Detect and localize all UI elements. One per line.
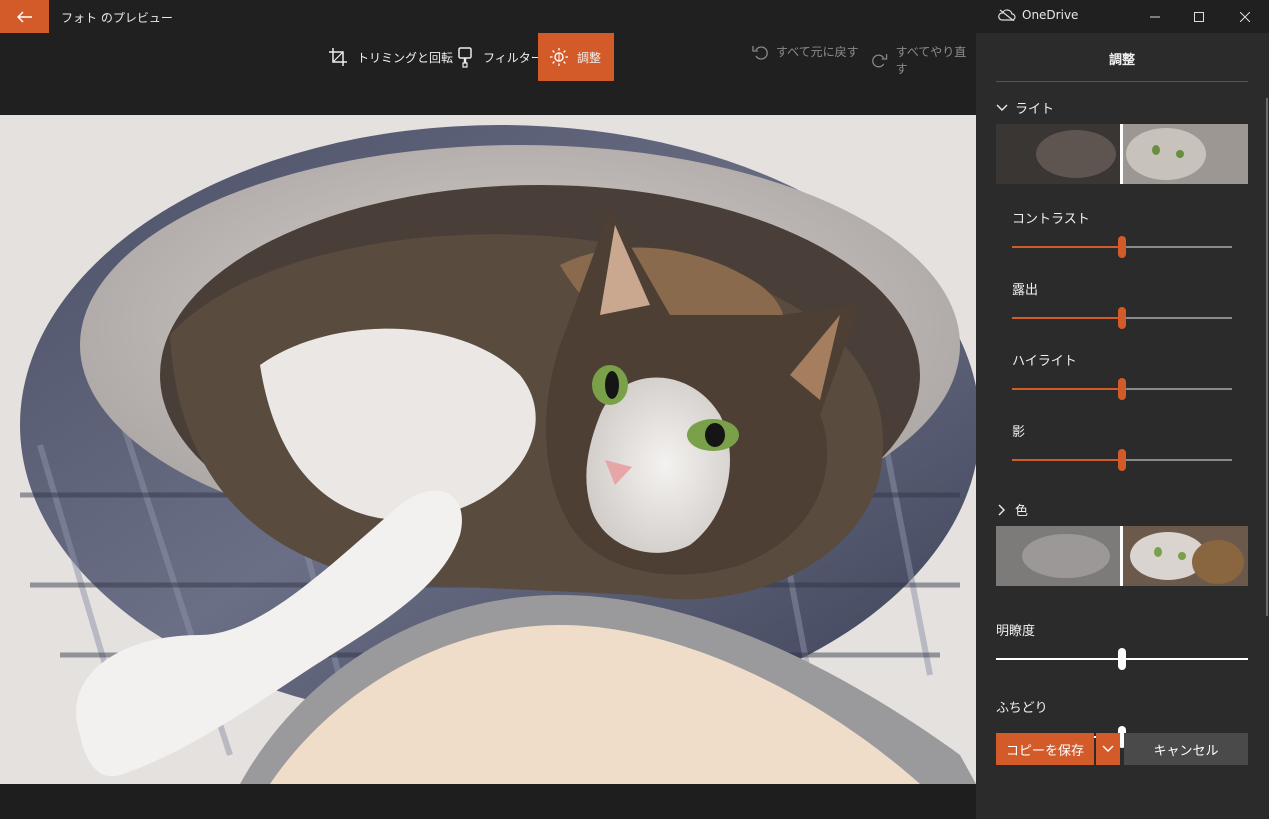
adjust-label: 調整	[577, 50, 602, 65]
highlights-slider-thumb[interactable]	[1118, 378, 1126, 400]
cancel-label: キャンセル	[1153, 743, 1219, 759]
title-bar: フォト のプレビュー OneDrive	[0, 0, 1269, 33]
light-strip-image	[996, 124, 1248, 184]
cat-photo	[0, 115, 976, 784]
close-icon	[1240, 11, 1250, 22]
save-options-dropdown[interactable]	[1096, 733, 1120, 765]
close-button[interactable]	[1222, 0, 1268, 33]
highlights-label: ハイライト	[1012, 354, 1077, 369]
filter-tab[interactable]: フィルター	[456, 33, 543, 81]
photo-canvas[interactable]	[0, 115, 976, 784]
edit-toolbar: トリミングと回転 フィルター 調整 すべて元に戻す すべてやり直す	[0, 33, 976, 115]
redo-all-button[interactable]: すべてやり直す	[872, 43, 976, 77]
shadows-label: 影	[1012, 425, 1026, 440]
light-preview-strip[interactable]	[996, 124, 1248, 184]
canvas-bottom-bar	[0, 784, 976, 819]
save-copy-label: コピーを保存	[1005, 743, 1084, 759]
color-section-label: 色	[1015, 504, 1029, 519]
save-copy-button[interactable]: コピーを保存	[996, 733, 1094, 765]
crop-icon	[329, 48, 347, 66]
maximize-button[interactable]	[1176, 0, 1222, 33]
contrast-slider-thumb[interactable]	[1118, 236, 1126, 258]
shadows-track[interactable]	[1122, 459, 1232, 461]
crop-rotate-label: トリミングと回転	[357, 50, 454, 65]
contrast-label: コントラスト	[1012, 212, 1090, 227]
onedrive-status[interactable]: OneDrive	[998, 8, 1078, 22]
clarity-track[interactable]	[1122, 658, 1248, 660]
undo-all-label: すべて元に戻す	[776, 45, 859, 59]
filter-label: フィルター	[483, 50, 543, 65]
redo-all-label: すべてやり直す	[895, 45, 967, 76]
undo-all-button[interactable]: すべて元に戻す	[752, 43, 859, 60]
cloud-offline-icon	[998, 9, 1016, 21]
app-title: フォト のプレビュー	[61, 11, 173, 25]
contrast-track-filled	[1012, 246, 1122, 248]
panel-divider	[996, 81, 1248, 82]
color-section-toggle[interactable]: 色	[996, 500, 1028, 519]
contrast-track[interactable]	[1122, 246, 1232, 248]
brush-icon	[458, 47, 472, 68]
exposure-track[interactable]	[1122, 317, 1232, 319]
shadows-track-filled	[1012, 459, 1122, 461]
color-preview-strip[interactable]	[996, 526, 1248, 586]
back-button[interactable]	[0, 0, 49, 33]
minimize-button[interactable]	[1132, 0, 1178, 33]
chevron-right-icon	[998, 504, 1005, 515]
brightness-icon	[550, 48, 568, 66]
exposure-track-filled	[1012, 317, 1122, 319]
maximize-icon	[1194, 11, 1204, 22]
highlights-track-filled	[1012, 388, 1122, 390]
onedrive-label: OneDrive	[1022, 8, 1079, 22]
undo-icon	[752, 45, 768, 60]
clarity-label: 明瞭度	[996, 624, 1036, 639]
clarity-track-left	[996, 658, 1122, 660]
crop-rotate-tab[interactable]: トリミングと回転	[328, 33, 453, 81]
panel-scrollbar[interactable]	[1266, 98, 1268, 616]
chevron-down-icon	[1102, 745, 1114, 752]
cancel-button[interactable]: キャンセル	[1124, 733, 1248, 765]
adjust-panel: 調整 ライト コントラスト 露出 ハイライト 影 色 明瞭度 ふちどり	[976, 33, 1269, 819]
exposure-slider-thumb[interactable]	[1118, 307, 1126, 329]
exposure-label: 露出	[1012, 283, 1039, 298]
clarity-slider-thumb[interactable]	[1118, 648, 1126, 670]
panel-title: 調整	[1108, 53, 1135, 68]
shadows-slider-thumb[interactable]	[1118, 449, 1126, 471]
color-strip-image	[996, 526, 1248, 586]
light-section-label: ライト	[1015, 102, 1055, 117]
chevron-down-icon	[996, 104, 1008, 111]
photos-app-window: フォト のプレビュー OneDrive トリミングと回転 フィルター 調整 すべ…	[0, 0, 1269, 819]
minimize-icon	[1150, 16, 1160, 17]
arrow-left-icon	[16, 10, 32, 23]
adjust-tab[interactable]: 調整	[538, 33, 614, 81]
light-section-toggle[interactable]: ライト	[996, 98, 1054, 117]
vignette-label: ふちどり	[996, 701, 1048, 716]
redo-icon	[872, 54, 888, 68]
highlights-track[interactable]	[1122, 388, 1232, 390]
